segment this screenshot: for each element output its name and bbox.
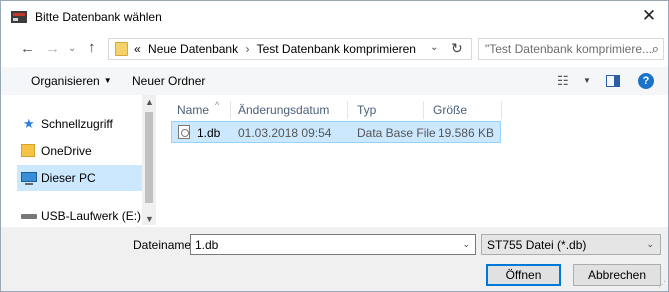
scroll-down-icon[interactable]: ▼: [145, 214, 154, 224]
filename-value: 1.db: [195, 238, 219, 252]
file-name: 1.db: [197, 126, 221, 140]
chevron-down-icon: ▼: [103, 76, 112, 85]
database-file-icon: [178, 125, 190, 139]
file-type: Data Base File: [357, 126, 436, 140]
preview-pane-icon[interactable]: [606, 75, 620, 87]
nav-item-label: Schnellzugriff: [41, 117, 113, 131]
search-input[interactable]: "Test Datenbank komprimiere... ⌕: [478, 38, 664, 60]
dialog-footer: Dateiname: 1.db ⌄ ST755 Datei (*.db) ⌄ Ö…: [1, 227, 668, 291]
file-list: ^ Name Änderungsdatum Typ Größe 1.db 01.…: [161, 95, 665, 225]
file-date: 01.03.2018 09:54: [238, 126, 332, 140]
file-size: 19.586 KB: [437, 126, 494, 140]
navigation-scrollbar[interactable]: ▲ ▼: [142, 95, 156, 225]
chevron-down-icon[interactable]: ▼: [583, 76, 591, 85]
nav-item-usb-drive[interactable]: USB-Laufwerk (E:): [17, 203, 142, 225]
nav-item-onedrive[interactable]: OneDrive: [17, 138, 142, 164]
command-toolbar: Organisieren ▼ Neuer Ordner ☷ ▼ ?: [1, 67, 668, 95]
nav-item-label: Dieser PC: [41, 171, 96, 185]
help-icon[interactable]: ?: [638, 73, 654, 89]
scroll-up-icon[interactable]: ▲: [145, 97, 154, 107]
window-title: Bitte Datenbank wählen: [35, 10, 162, 24]
new-folder-button[interactable]: Neuer Ordner: [132, 74, 205, 88]
resize-grip-icon[interactable]: ⋰: [658, 280, 666, 289]
chevron-down-icon[interactable]: ⌄: [430, 42, 438, 53]
column-header-type[interactable]: Typ: [357, 103, 376, 117]
column-header-label: Name: [177, 103, 210, 117]
forward-arrow-icon[interactable]: →: [45, 40, 60, 57]
breadcrumb-item[interactable]: Neue Datenbank: [148, 42, 238, 56]
filename-label: Dateiname:: [133, 238, 195, 252]
navigation-pane: ★ Schnellzugriff OneDrive Dieser PC USB-…: [17, 95, 142, 225]
breadcrumb: « Neue Datenbank › Test Datenbank kompri…: [134, 42, 416, 56]
search-icon[interactable]: ⌕: [652, 41, 659, 57]
chevron-down-icon: ⌄: [646, 239, 654, 249]
open-button[interactable]: Öffnen: [486, 264, 561, 286]
address-row: ← → ⌄ ↑ « Neue Datenbank › Test Datenban…: [1, 34, 668, 64]
view-options-icon[interactable]: ☷: [557, 73, 569, 89]
filetype-select[interactable]: ST755 Datei (*.db) ⌄: [481, 234, 661, 255]
back-arrow-icon[interactable]: ←: [20, 40, 35, 57]
refresh-icon[interactable]: ↻: [451, 40, 463, 57]
chevron-down-icon[interactable]: ⌄: [462, 239, 470, 250]
star-icon: ★: [23, 116, 35, 131]
up-arrow-icon[interactable]: ↑: [88, 39, 96, 56]
column-header-size[interactable]: Größe: [433, 103, 467, 117]
column-header-date[interactable]: Änderungsdatum: [238, 103, 329, 117]
folder-icon: [115, 42, 128, 56]
title-bar[interactable]: Bitte Datenbank wählen ✕: [1, 1, 668, 31]
filename-field[interactable]: 1.db ⌄: [190, 234, 476, 255]
sort-ascending-icon: ^: [215, 100, 220, 110]
nav-item-this-pc[interactable]: Dieser PC: [17, 165, 142, 191]
filetype-value: ST755 Datei (*.db): [487, 238, 587, 252]
search-placeholder: "Test Datenbank komprimiere...: [485, 42, 652, 56]
close-icon[interactable]: ✕: [634, 3, 664, 29]
cancel-button[interactable]: Abbrechen: [573, 264, 661, 286]
nav-item-label: USB-Laufwerk (E:): [41, 209, 142, 223]
file-open-dialog: Bitte Datenbank wählen ✕ ← → ⌄ ↑ « Neue …: [0, 0, 669, 292]
column-divider[interactable]: [501, 101, 502, 119]
nav-item-label: OneDrive: [41, 144, 92, 158]
organize-label: Organisieren: [31, 74, 100, 88]
usb-drive-icon: [21, 214, 37, 219]
recent-locations-chevron-icon[interactable]: ⌄: [68, 43, 76, 54]
column-divider[interactable]: [347, 101, 348, 119]
column-divider[interactable]: [230, 101, 231, 119]
breadcrumb-item[interactable]: Test Datenbank komprimieren: [257, 42, 416, 56]
organize-button[interactable]: Organisieren ▼: [31, 74, 112, 88]
column-header-name[interactable]: ^ Name: [177, 100, 219, 117]
nav-item-quick-access[interactable]: ★ Schnellzugriff: [17, 111, 142, 137]
onedrive-folder-icon: [21, 144, 35, 157]
column-divider[interactable]: [423, 101, 424, 119]
breadcrumb-separator: ›: [245, 42, 250, 56]
address-bar[interactable]: « Neue Datenbank › Test Datenbank kompri…: [108, 38, 472, 60]
app-icon: [11, 11, 27, 23]
breadcrumb-overflow[interactable]: «: [134, 42, 141, 56]
file-row[interactable]: 1.db 01.03.2018 09:54 Data Base File 19.…: [171, 121, 501, 143]
pc-icon: [21, 172, 37, 185]
scrollbar-thumb[interactable]: [145, 112, 153, 203]
